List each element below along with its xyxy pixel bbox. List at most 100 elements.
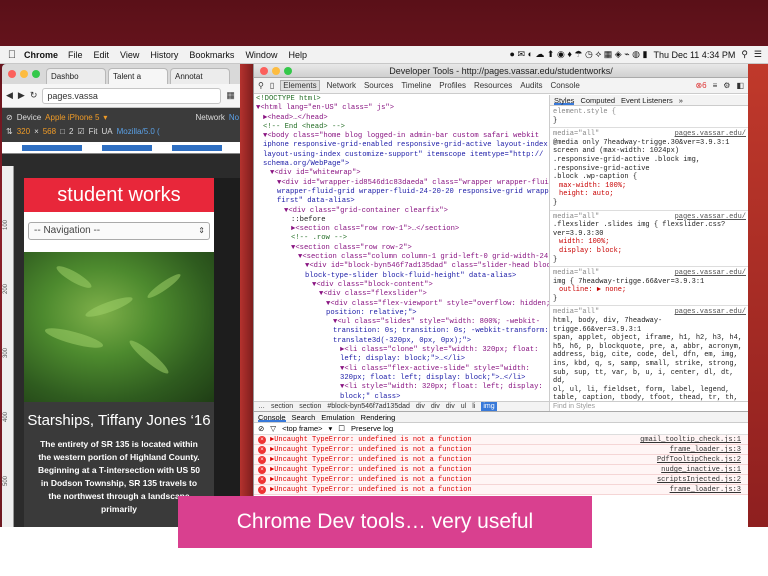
console-drawer-icon[interactable]: ≡ xyxy=(713,81,718,90)
tab-search[interactable]: Search xyxy=(292,412,316,422)
dock-icon[interactable]: ◧ xyxy=(736,81,744,90)
device-select[interactable]: Apple iPhone 5 xyxy=(45,113,99,122)
dom-node-line[interactable]: ▼<body class="home blog logged-in admin-… xyxy=(254,132,549,141)
tab-profiles[interactable]: Profiles xyxy=(438,81,467,90)
media-query-bar[interactable] xyxy=(22,145,82,151)
maximize-window-icon[interactable] xyxy=(284,67,292,75)
tab-elements[interactable]: Elements xyxy=(280,80,320,91)
site-title[interactable]: student works xyxy=(24,178,214,212)
dom-node-line[interactable]: block;" class> xyxy=(254,393,549,402)
dom-node-line[interactable]: ►<head>…</head> xyxy=(254,114,549,123)
maximize-window-icon[interactable] xyxy=(32,70,40,78)
tab-rendering[interactable]: Rendering xyxy=(361,412,396,422)
breadcrumb-item[interactable]: section xyxy=(271,402,293,411)
console-error-row[interactable]: × ► Uncaught TypeError: undefined is not … xyxy=(254,435,749,445)
breadcrumb-item[interactable]: li xyxy=(472,402,475,411)
tab-styles[interactable]: Styles xyxy=(554,95,575,105)
search-icon[interactable]: ⚲ xyxy=(741,49,748,60)
breadcrumb-item[interactable]: #block-byn546f7ad135dad xyxy=(327,402,410,411)
menu-file[interactable]: File xyxy=(68,50,83,60)
error-source-link[interactable]: nudge_inactive.js:1 xyxy=(661,465,749,474)
css-property[interactable]: outline: ► none; xyxy=(553,286,746,295)
dom-node-line[interactable]: ▼<div class="flex-viewport" style="overf… xyxy=(254,300,549,309)
css-property[interactable]: height: auto; xyxy=(553,190,746,199)
rotate-icon[interactable]: ⇅ xyxy=(6,127,13,136)
forward-icon[interactable]: ▶ xyxy=(18,90,25,101)
reload-icon[interactable]: ↻ xyxy=(30,90,38,101)
rule-source-link[interactable]: pages.vassar.edu/ xyxy=(675,130,746,139)
error-source-link[interactable]: frame_loader.js:3 xyxy=(670,445,749,454)
tab-console[interactable]: Console xyxy=(549,81,580,90)
breadcrumb-item[interactable]: ul xyxy=(461,402,466,411)
scale-icon[interactable]: □ xyxy=(60,127,65,136)
tab-emulation[interactable]: Emulation xyxy=(321,412,354,422)
menu-window[interactable]: Window xyxy=(245,50,277,60)
width-input[interactable]: 320 xyxy=(17,127,30,136)
tab-network[interactable]: Network xyxy=(326,81,357,90)
navigation-select[interactable]: -- Navigation -- ⇕ xyxy=(28,222,210,240)
status-icons[interactable]: ● ✉ ◐ ☁ ⬆ ◉ ♦ ☂ ◷ ⟡ ▦ ◈ ⌁ ◍ ▮ xyxy=(510,49,648,60)
dom-node-line[interactable]: schema.org/WebPage"> xyxy=(254,160,549,169)
tab-audits[interactable]: Audits xyxy=(519,81,543,90)
device-mode-icon[interactable]: ▯ xyxy=(270,81,274,90)
fit-checkbox[interactable]: ☑ xyxy=(77,127,84,136)
rule-source-link[interactable]: pages.vassar.edu/ xyxy=(675,308,746,317)
tab-computed[interactable]: Computed xyxy=(580,95,615,105)
clear-console-icon[interactable]: ⊘ xyxy=(258,424,264,433)
dom-node-line[interactable]: ▼<div class="flexslider"> xyxy=(254,290,549,299)
console-error-row[interactable]: × ► Uncaught TypeError: undefined is not … xyxy=(254,455,749,465)
tab-dashboard[interactable]: Dashbo xyxy=(46,68,106,84)
error-source-link[interactable]: PdfTooltipCheck.js:2 xyxy=(657,455,749,464)
preserve-log-checkbox[interactable]: ☐ xyxy=(338,424,345,433)
breadcrumb-item[interactable]: section xyxy=(299,402,321,411)
dom-node-line[interactable]: left; display: block;">…</li> xyxy=(254,355,549,364)
no-entry-icon[interactable]: ⊘ xyxy=(6,113,13,122)
dom-node-line[interactable]: block-type-slider block-fluid-height" da… xyxy=(254,272,549,281)
dom-node-line[interactable]: ▼<li class="flex-active-slide" style="wi… xyxy=(254,365,549,374)
dom-node-line[interactable]: <!-- End <head> --> xyxy=(254,123,549,132)
dom-node-line[interactable]: iphone responsive-grid-enabled responsiv… xyxy=(254,141,549,150)
dom-node-line[interactable]: translate3d(-320px, 0px, 0px);"> xyxy=(254,337,549,346)
find-in-styles-input[interactable]: Find in Styles xyxy=(550,401,749,411)
tab-resources[interactable]: Resources xyxy=(473,81,513,90)
list-icon[interactable]: ☰ xyxy=(754,49,762,60)
slider-image[interactable] xyxy=(24,252,214,402)
console-error-row[interactable]: × ► Uncaught TypeError: undefined is not … xyxy=(254,445,749,455)
tab-sources[interactable]: Sources xyxy=(363,81,394,90)
menu-help[interactable]: Help xyxy=(288,50,307,60)
breadcrumb-item[interactable]: div xyxy=(446,402,455,411)
console-error-row[interactable]: × ► Uncaught TypeError: undefined is not … xyxy=(254,465,749,475)
menu-bookmarks[interactable]: Bookmarks xyxy=(189,50,234,60)
minimize-window-icon[interactable] xyxy=(272,67,280,75)
frame-select[interactable]: <top frame> xyxy=(282,424,322,433)
dom-node-line[interactable]: position: relative;"> xyxy=(254,309,549,318)
chevron-down-icon[interactable]: ▾ xyxy=(329,424,333,433)
dom-tree[interactable]: <!DOCTYPE html> ▼<html lang="en-US" class… xyxy=(254,95,549,401)
css-property[interactable]: display: block; xyxy=(553,247,746,256)
ua-value[interactable]: Mozilla/5.0 ( xyxy=(117,127,160,136)
dom-node-line[interactable]: <!DOCTYPE html> xyxy=(254,95,549,104)
tab-console-drawer[interactable]: Console xyxy=(258,412,286,422)
error-source-link[interactable]: scriptsInjected.js:2 xyxy=(657,475,749,484)
close-window-icon[interactable] xyxy=(260,67,268,75)
tab-event-listeners[interactable]: Event Listeners xyxy=(621,95,673,105)
console-error-row[interactable]: × ► Uncaught TypeError: undefined is not … xyxy=(254,485,749,495)
css-property[interactable]: max-width: 100%; xyxy=(553,182,746,191)
dom-node-line[interactable]: layout-using-index customize-support" it… xyxy=(254,151,549,160)
apple-icon[interactable]:  xyxy=(0,49,24,61)
tab-timeline[interactable]: Timeline xyxy=(400,81,432,90)
close-window-icon[interactable] xyxy=(8,70,16,78)
dom-node-line[interactable]: 320px; float: left; display: block;">…</… xyxy=(254,374,549,383)
breadcrumb-item[interactable]: … xyxy=(258,402,265,411)
tab-more[interactable]: » xyxy=(679,95,683,105)
menu-history[interactable]: History xyxy=(150,50,178,60)
dom-node-line[interactable]: wrapper-fluid-grid wrapper-fluid-24-20-2… xyxy=(254,188,549,197)
height-input[interactable]: 568 xyxy=(43,127,56,136)
tab-annotate[interactable]: Annotat xyxy=(170,68,230,84)
dom-node-line[interactable]: ▼<html lang="en-US" class=" js"> xyxy=(254,104,549,113)
dom-node-line[interactable]: ▼<ul class="slides" style="width: 800%; … xyxy=(254,318,549,327)
dom-node-line[interactable]: ►<section class="row row-1">…</section> xyxy=(254,225,549,234)
clock[interactable]: Thu Dec 11 4:34 PM xyxy=(653,50,735,60)
inspect-icon[interactable]: ⚲ xyxy=(258,81,264,90)
chevron-down-icon[interactable]: ▾ xyxy=(103,113,107,122)
